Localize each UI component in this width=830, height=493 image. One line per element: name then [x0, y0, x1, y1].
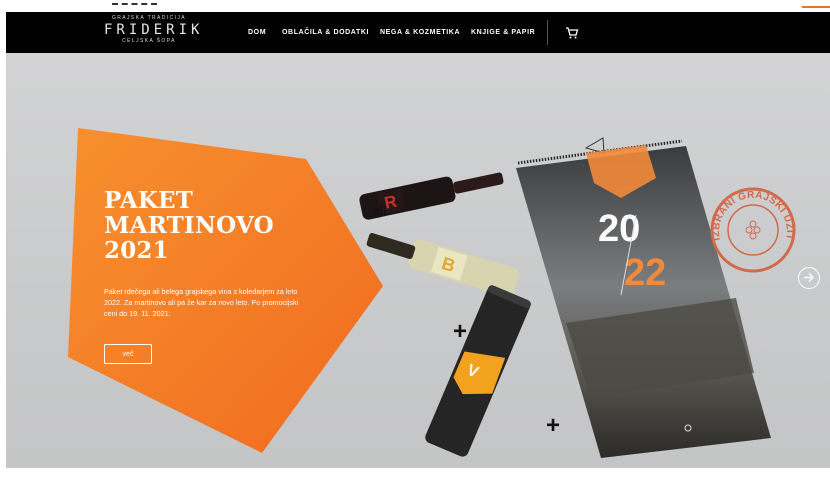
- page-bottom-strip: [0, 468, 830, 493]
- calendar-2022: 20 22: [516, 137, 771, 458]
- hero-title-line: PAKET: [104, 187, 194, 214]
- svg-text:22: 22: [624, 252, 666, 294]
- nav-item-nega-kozmetika[interactable]: NEGA & KOZMETIKA: [380, 12, 460, 53]
- hero-description: Paket rdečega ali belega grajskega vina …: [104, 287, 299, 318]
- gift-tube: V: [425, 285, 531, 457]
- hero-title-line: 2021: [104, 237, 169, 264]
- nav-item-oblacila-dodatki[interactable]: OBLAČILA & DODATKI: [282, 12, 369, 53]
- nav-item-dom[interactable]: DOM: [248, 12, 266, 53]
- hero-slider: 20 22 IZBRANI GRAJSKI UŽITKI R ali B V +…: [6, 53, 830, 468]
- top-orange-mark: [802, 6, 830, 8]
- brand-logo[interactable]: GRAJSKA TRADICIJA FRIDERIK CELJSKA ŠOPA: [104, 15, 204, 51]
- more-button[interactable]: več: [104, 344, 152, 364]
- plus-icon: +: [546, 412, 560, 439]
- brand-tagline-bottom: CELJSKA ŠOPA: [122, 38, 176, 44]
- brand-tagline-top: GRAJSKA TRADICIJA: [112, 15, 186, 21]
- plus-icon: +: [453, 318, 467, 345]
- svg-text:20: 20: [598, 208, 640, 250]
- browser-top-strip: [0, 0, 830, 12]
- main-navigation-bar: GRAJSKA TRADICIJA FRIDERIK CELJSKA ŠOPA …: [6, 12, 830, 53]
- svg-text:IZBRANI GRAJSKI UŽITKI: IZBRANI GRAJSKI UŽITKI: [711, 190, 797, 242]
- hero-title: PAKET MARTINOVO 2021: [104, 188, 274, 263]
- cart-icon[interactable]: [565, 26, 579, 40]
- top-dashes-decoration: [112, 3, 157, 7]
- nav-divider: [547, 20, 548, 45]
- brand-name: FRIDERIK: [104, 22, 204, 38]
- hero-title-line: MARTINOVO: [104, 212, 274, 239]
- arrow-right-circle-icon[interactable]: [798, 267, 820, 289]
- nav-item-knjige-papir[interactable]: KNJIGE & PAPIR: [471, 12, 535, 53]
- or-label: ali: [373, 204, 386, 218]
- izbrani-grajski-uzitki-stamp: IZBRANI GRAJSKI UŽITKI: [710, 187, 797, 273]
